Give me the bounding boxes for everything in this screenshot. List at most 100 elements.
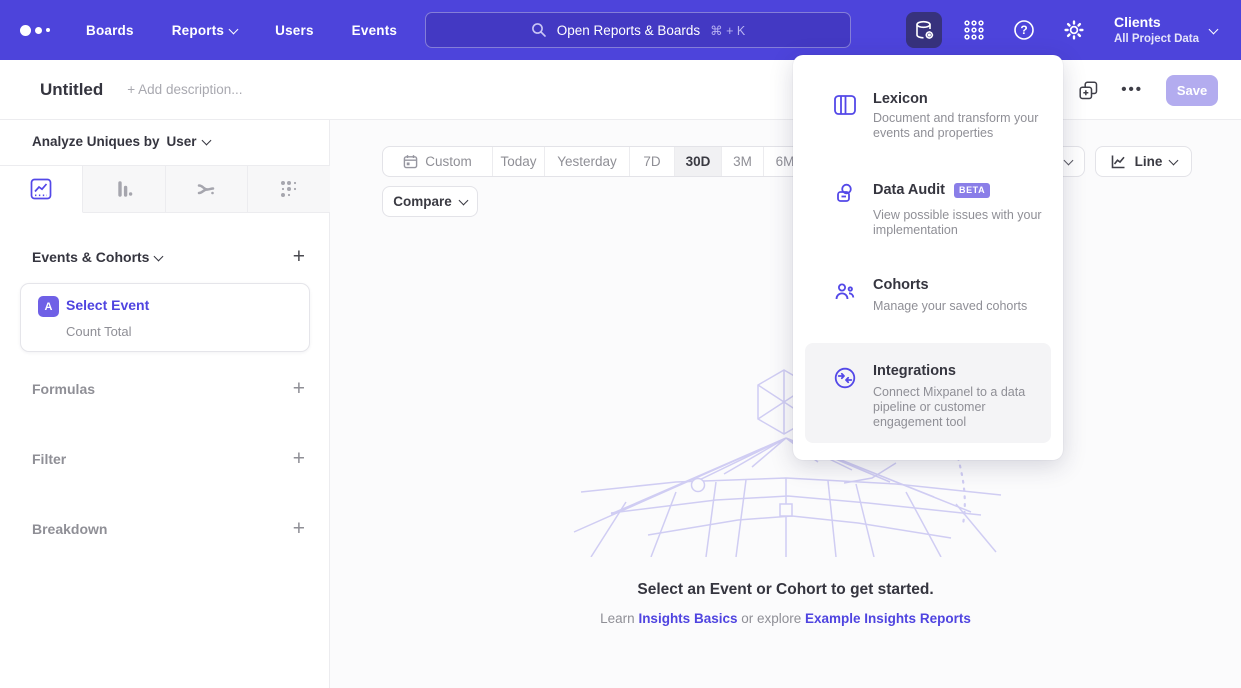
search-placeholder: Open Reports & Boards <box>557 23 700 38</box>
empty-state-middle: or explore <box>737 611 805 626</box>
menu-item-data-audit[interactable]: Data Audit BETA View possible issues wit… <box>805 173 1051 265</box>
tab-flows[interactable] <box>166 166 249 213</box>
report-type-tabs <box>0 165 330 213</box>
menu-item-integrations[interactable]: Integrations Connect Mixpanel to a data … <box>805 343 1051 443</box>
nav-item-users[interactable]: Users <box>275 23 314 38</box>
data-management-menu: Lexicon Document and transform your even… <box>793 55 1063 460</box>
menu-item-title: Cohorts <box>873 277 929 293</box>
menu-item-description: Manage your saved cohorts <box>873 299 1073 314</box>
nav-item-reports[interactable]: Reports <box>172 23 237 38</box>
lexicon-icon <box>833 93 857 117</box>
analyze-value: User <box>167 134 197 149</box>
duplicate-button[interactable] <box>1079 81 1098 100</box>
data-management-button[interactable] <box>906 12 942 48</box>
add-description-field[interactable]: + Add description... <box>127 82 242 97</box>
gear-icon <box>1063 19 1085 41</box>
analyze-by-dropdown[interactable]: User <box>167 134 210 149</box>
nav-item-events[interactable]: Events <box>352 23 397 38</box>
range-yesterday[interactable]: Yesterday <box>545 147 630 176</box>
beta-badge: BETA <box>954 183 990 198</box>
chevron-down-icon <box>201 136 211 146</box>
filter-label: Filter <box>32 451 66 467</box>
integrations-icon <box>833 366 857 390</box>
range-7d[interactable]: 7D <box>630 147 675 176</box>
report-title[interactable]: Untitled <box>40 80 103 100</box>
query-sidebar: Analyze Uniques by User <box>0 120 330 688</box>
analyze-label: Analyze Uniques by <box>32 134 160 149</box>
breakdown-section: Breakdown + <box>32 520 305 538</box>
chevron-down-icon <box>1063 155 1073 165</box>
flows-icon <box>195 178 217 200</box>
add-event-button[interactable]: + <box>293 248 305 266</box>
empty-state-links: Learn Insights Basics or explore Example… <box>330 611 1241 626</box>
range-label: 3M <box>733 154 752 169</box>
top-nav: Boards Reports Users Events Open Reports… <box>0 0 1241 60</box>
add-breakdown-button[interactable]: + <box>293 520 305 538</box>
menu-item-description: View possible issues with your implement… <box>873 208 1073 238</box>
cohorts-icon <box>833 280 857 304</box>
database-gear-icon <box>913 19 936 42</box>
add-formula-button[interactable]: + <box>293 380 305 398</box>
select-event-label[interactable]: Select Event <box>66 297 149 313</box>
tab-retention[interactable] <box>248 166 330 213</box>
add-filter-button[interactable]: + <box>293 450 305 468</box>
mixpanel-logo-icon[interactable] <box>20 25 68 36</box>
chevron-down-icon <box>1209 24 1219 34</box>
range-custom[interactable]: Custom <box>383 147 493 176</box>
events-cohorts-section: Events & Cohorts + <box>32 248 305 266</box>
chevron-down-icon <box>154 251 164 261</box>
tab-funnels[interactable] <box>83 166 166 213</box>
tab-insights[interactable] <box>0 166 83 213</box>
settings-button[interactable] <box>1056 12 1092 48</box>
more-options-button[interactable]: ••• <box>1121 85 1143 95</box>
chart-type-dropdown[interactable]: Line <box>1095 146 1192 177</box>
range-label: 30D <box>686 154 711 169</box>
calendar-icon <box>403 154 418 169</box>
apps-grid-button[interactable] <box>956 12 992 48</box>
event-card[interactable]: A Select Event Count Total <box>20 283 310 352</box>
range-30d[interactable]: 30D <box>675 147 722 176</box>
breakdown-label: Breakdown <box>32 521 107 537</box>
formulas-section: Formulas + <box>32 380 305 398</box>
chevron-down-icon <box>229 24 239 34</box>
menu-item-title: Data Audit <box>873 182 945 198</box>
example-insights-reports-link[interactable]: Example Insights Reports <box>805 611 971 626</box>
apps-grid-icon <box>963 19 985 41</box>
compare-dropdown[interactable]: Compare <box>382 186 478 217</box>
menu-item-title: Lexicon <box>873 91 928 107</box>
range-3m[interactable]: 3M <box>722 147 764 176</box>
line-chart-icon <box>1110 153 1127 170</box>
data-audit-icon <box>833 181 857 205</box>
events-cohorts-header[interactable]: Events & Cohorts <box>32 249 162 265</box>
project-selector[interactable]: Clients All Project Data <box>1114 13 1217 47</box>
menu-item-title: Integrations <box>873 363 956 379</box>
insights-basics-link[interactable]: Insights Basics <box>638 611 737 626</box>
range-label: Custom <box>425 154 472 169</box>
nav-item-label: Boards <box>86 23 134 38</box>
event-series-badge: A <box>38 296 59 317</box>
range-label: Yesterday <box>557 154 617 169</box>
count-total-label[interactable]: Count Total <box>66 324 132 339</box>
chevron-down-icon <box>458 196 468 206</box>
menu-item-cohorts[interactable]: Cohorts Manage your saved cohorts <box>805 268 1051 338</box>
duplicate-icon <box>1079 81 1098 100</box>
nav-links: Boards Reports Users Events <box>86 23 397 38</box>
events-cohorts-label: Events & Cohorts <box>32 249 149 265</box>
help-button[interactable]: ? <box>1006 12 1042 48</box>
chart-type-label: Line <box>1135 154 1163 169</box>
project-name: Clients <box>1114 13 1199 32</box>
global-search-input[interactable]: Open Reports & Boards ⌘ + K <box>425 12 851 48</box>
svg-text:?: ? <box>1020 23 1027 37</box>
chevron-down-icon <box>1169 156 1179 166</box>
range-label: 7D <box>643 154 660 169</box>
nav-item-boards[interactable]: Boards <box>86 23 134 38</box>
report-header-actions: ••• Save <box>1079 60 1218 120</box>
insights-chart-icon <box>30 178 52 200</box>
range-today[interactable]: Today <box>493 147 545 176</box>
analyze-row: Analyze Uniques by User <box>32 134 210 149</box>
save-button[interactable]: Save <box>1166 75 1218 106</box>
formulas-label: Formulas <box>32 381 95 397</box>
nav-item-label: Events <box>352 23 397 38</box>
range-label: 6M <box>776 154 795 169</box>
menu-item-lexicon[interactable]: Lexicon Document and transform your even… <box>805 83 1051 171</box>
